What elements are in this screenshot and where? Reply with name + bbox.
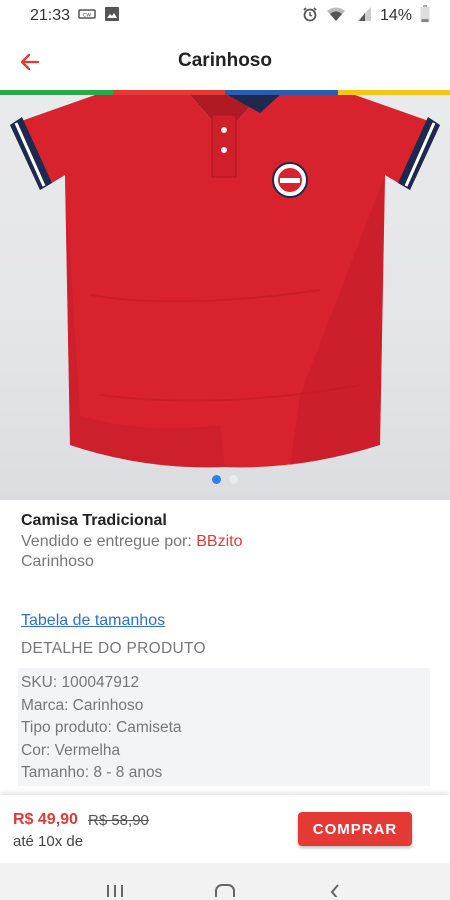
purchase-bar: R$ 49,90 R$ 58,90 até 10x de COMPRAR bbox=[0, 795, 450, 863]
carousel-dots bbox=[0, 475, 450, 484]
app-bar: Carinhoso bbox=[0, 32, 450, 90]
installments-text: até 10x de bbox=[13, 833, 84, 850]
battery-percent: 14% bbox=[379, 7, 412, 24]
home-icon bbox=[215, 883, 235, 897]
system-back-button[interactable] bbox=[315, 867, 355, 897]
sold-by-line: Vendido e entregue por: BBzito bbox=[21, 532, 431, 552]
seller-name[interactable]: BBzito bbox=[196, 533, 242, 550]
size-table-link[interactable]: Tabela de tamanhos bbox=[21, 612, 165, 630]
current-price: R$ 49,90 bbox=[13, 811, 78, 828]
notification-icon: cw bbox=[78, 7, 96, 25]
svg-text:cw: cw bbox=[83, 12, 91, 19]
detail-row-size: Tamanho: 8 - 8 anos bbox=[21, 764, 163, 781]
carousel-dot-active[interactable] bbox=[212, 475, 221, 484]
image-icon bbox=[104, 6, 120, 27]
chevron-left-icon bbox=[330, 883, 339, 897]
system-nav-bar bbox=[0, 863, 450, 900]
arrow-left-icon bbox=[20, 53, 40, 71]
status-time: 21:33 bbox=[30, 7, 71, 24]
recent-apps-icon bbox=[107, 884, 123, 897]
detail-row-sku: SKU: 100047912 bbox=[21, 674, 140, 691]
detail-row-type: Tipo produto: Camiseta bbox=[21, 719, 182, 736]
product-image-carousel[interactable] bbox=[0, 95, 450, 500]
old-price: R$ 58,90 bbox=[88, 812, 149, 829]
red-polo-shirt-image bbox=[10, 95, 440, 468]
signal-icon bbox=[354, 6, 372, 27]
wifi-icon bbox=[326, 6, 346, 27]
back-button[interactable] bbox=[14, 46, 46, 78]
product-details-box: SKU: 100047912 Marca: Carinhoso Tipo pro… bbox=[18, 668, 430, 786]
product-brand: Carinhoso bbox=[21, 553, 94, 570]
recent-apps-button[interactable] bbox=[95, 867, 135, 897]
detail-heading: DETALHE DO PRODUTO bbox=[21, 640, 206, 657]
carousel-dot[interactable] bbox=[229, 475, 238, 484]
detail-row-color: Cor: Vermelha bbox=[21, 741, 121, 759]
detail-row-brand: Marca: Carinhoso bbox=[21, 696, 144, 714]
sold-by-label: Vendido e entregue por: bbox=[21, 533, 197, 550]
status-right: 14% bbox=[302, 4, 430, 28]
battery-icon bbox=[420, 4, 430, 28]
status-left: 21:33 cw bbox=[30, 6, 120, 27]
alarm-icon bbox=[302, 6, 318, 27]
status-bar: 21:33 cw 14% bbox=[0, 0, 450, 32]
page-title: Carinhoso bbox=[178, 50, 272, 71]
product-info: Camisa Tradicional Vendido e entregue po… bbox=[21, 510, 431, 572]
product-name: Camisa Tradicional bbox=[21, 512, 167, 529]
home-button[interactable] bbox=[205, 867, 245, 897]
buy-button[interactable]: COMPRAR bbox=[298, 812, 412, 846]
